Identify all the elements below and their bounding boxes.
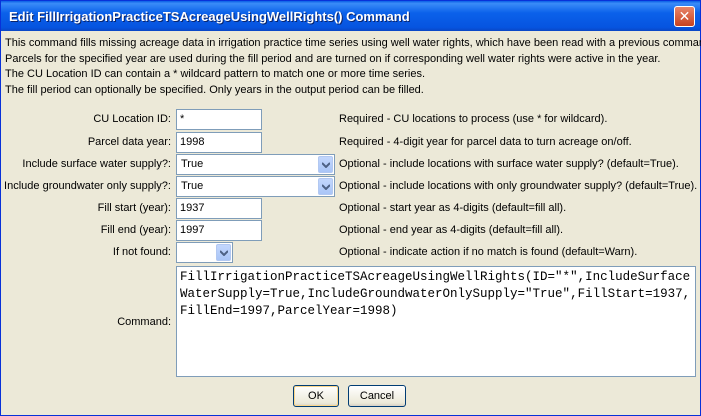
groundwater-only-label: Include groundwater only supply?: xyxy=(4,180,171,192)
groundwater-only-value: True xyxy=(181,180,204,192)
cu-location-input[interactable]: * xyxy=(176,109,262,130)
fill-end-input[interactable]: 1997 xyxy=(176,220,262,241)
fill-end-hint: Optional - end year as 4-digits (default… xyxy=(339,224,564,236)
fill-end-label: Fill end (year): xyxy=(100,224,171,236)
surface-water-select[interactable]: True xyxy=(176,154,335,175)
title-bar[interactable]: Edit FillIrrigationPracticeTSAcreageUsin… xyxy=(1,1,700,31)
description-line: The fill period can optionally be specif… xyxy=(5,83,424,96)
fill-start-input[interactable]: 1937 xyxy=(176,198,262,219)
if-not-found-label: If not found: xyxy=(112,246,171,258)
description-line: This command fills missing acreage data … xyxy=(5,37,701,49)
if-not-found-select[interactable] xyxy=(176,242,233,263)
dropdown-arrow-icon[interactable] xyxy=(318,178,333,195)
fill-start-label: Fill start (year): xyxy=(97,202,171,214)
ok-button[interactable]: OK xyxy=(293,385,339,407)
row-surface-water: Include surface water supply?: True Opti… xyxy=(1,154,700,176)
row-fill-start: Fill start (year): 1937 Optional - start… xyxy=(1,198,700,220)
description: This command fills missing acreage data … xyxy=(5,36,701,98)
surface-water-label: Include surface water supply?: xyxy=(22,158,171,170)
row-parcel-year: Parcel data year: 1998 Required - 4-digi… xyxy=(1,132,700,154)
if-not-found-hint: Optional - indicate action if no match i… xyxy=(339,246,638,258)
fill-start-hint: Optional - start year as 4-digits (defau… xyxy=(339,202,567,214)
window-title: Edit FillIrrigationPracticeTSAcreageUsin… xyxy=(9,9,410,24)
command-textarea[interactable]: FillIrrigationPracticeTSAcreageUsingWell… xyxy=(176,266,696,377)
dialog-window: Edit FillIrrigationPracticeTSAcreageUsin… xyxy=(0,0,701,416)
surface-water-hint: Optional - include locations with surfac… xyxy=(339,158,679,170)
dropdown-arrow-icon[interactable] xyxy=(318,156,333,173)
cancel-button[interactable]: Cancel xyxy=(348,385,406,407)
row-fill-end: Fill end (year): 1997 Optional - end yea… xyxy=(1,220,700,242)
description-line: Parcels for the specified year are used … xyxy=(5,52,661,65)
parcel-year-hint: Required - 4-digit year for parcel data … xyxy=(339,136,632,148)
surface-water-value: True xyxy=(181,158,204,170)
row-if-not-found: If not found: Optional - indicate action… xyxy=(1,242,700,264)
parcel-year-label: Parcel data year: xyxy=(87,136,171,148)
row-groundwater-only: Include groundwater only supply?: True O… xyxy=(1,176,700,198)
cu-location-hint: Required - CU locations to process (use … xyxy=(339,113,608,125)
parcel-year-input[interactable]: 1998 xyxy=(176,132,262,153)
close-button[interactable]: ✕ xyxy=(674,6,695,27)
dropdown-arrow-icon[interactable] xyxy=(216,244,231,261)
cu-location-label: CU Location ID: xyxy=(93,113,171,125)
row-cu-location: CU Location ID: * Required - CU location… xyxy=(1,109,700,131)
description-line: The CU Location ID can contain a * wildc… xyxy=(5,68,426,80)
groundwater-only-hint: Optional - include locations with only g… xyxy=(339,180,698,192)
close-icon: ✕ xyxy=(678,8,691,25)
groundwater-only-select[interactable]: True xyxy=(176,176,335,197)
command-label: Command: xyxy=(117,316,171,328)
